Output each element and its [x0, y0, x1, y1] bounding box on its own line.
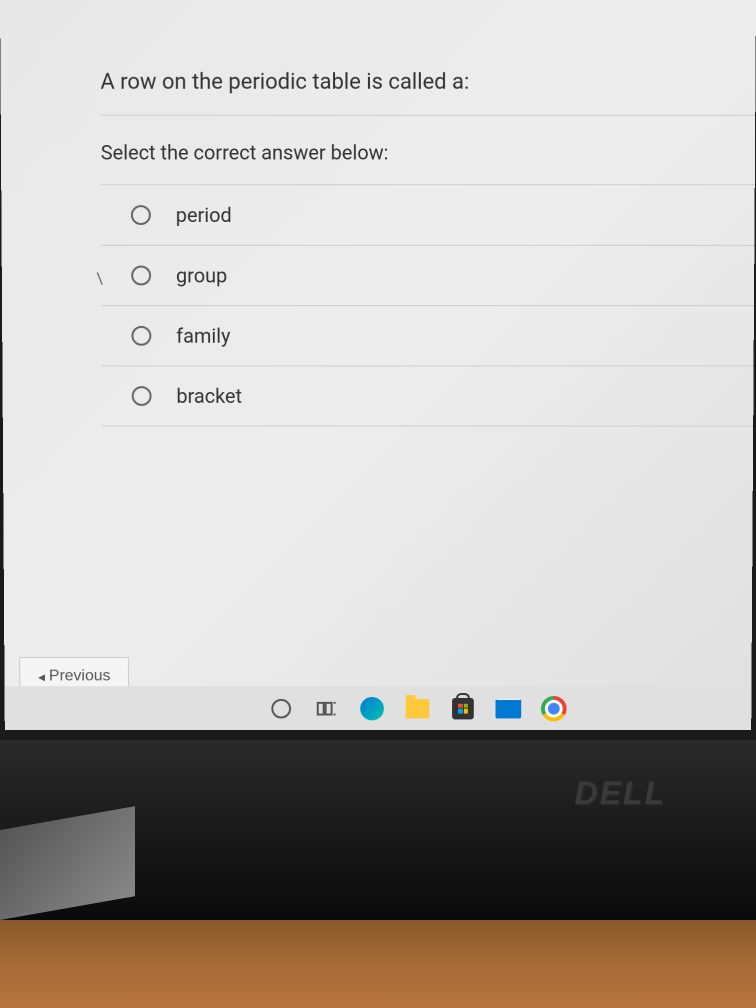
- windows-taskbar: [5, 686, 752, 730]
- option-period[interactable]: period: [101, 185, 755, 246]
- option-bracket[interactable]: bracket: [102, 366, 754, 426]
- file-explorer-icon[interactable]: [404, 695, 432, 722]
- dell-logo: DELL: [574, 775, 666, 812]
- cortana-icon[interactable]: [267, 695, 295, 722]
- option-group[interactable]: group: [101, 246, 754, 306]
- radio-icon: [132, 386, 152, 406]
- stray-backslash: \: [96, 269, 103, 288]
- laptop-screen: A row on the periodic table is called a:…: [0, 0, 756, 730]
- task-view-icon[interactable]: [313, 695, 341, 722]
- caret-left-icon: ◂: [38, 668, 45, 685]
- mail-icon[interactable]: [495, 695, 523, 722]
- chrome-icon[interactable]: [540, 695, 568, 722]
- question-text: A row on the periodic table is called a:: [100, 60, 755, 116]
- microsoft-store-icon[interactable]: [449, 695, 477, 722]
- option-label: group: [176, 264, 227, 288]
- edge-icon[interactable]: [358, 695, 386, 722]
- option-family[interactable]: family: [101, 306, 753, 366]
- option-label: family: [176, 324, 230, 348]
- previous-label: Previous: [49, 668, 111, 686]
- desk-surface: [0, 920, 756, 1008]
- option-label: period: [176, 203, 232, 227]
- quiz-container: A row on the periodic table is called a:…: [0, 0, 756, 544]
- radio-icon: [131, 266, 151, 286]
- option-label: bracket: [176, 384, 242, 408]
- radio-icon: [131, 205, 151, 225]
- radio-icon: [131, 326, 151, 346]
- instruction-text: Select the correct answer below:: [101, 116, 756, 186]
